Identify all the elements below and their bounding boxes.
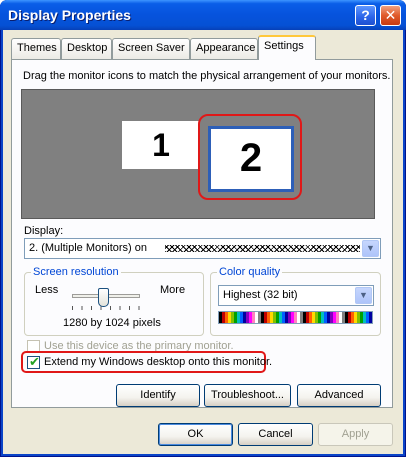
identify-button[interactable]: Identify	[116, 384, 200, 407]
apply-button[interactable]: Apply	[318, 423, 393, 446]
tab-label: Desktop	[67, 42, 108, 54]
more-label: More	[160, 284, 186, 296]
help-button[interactable]: ?	[355, 5, 376, 26]
color-quality-label: Color quality	[217, 266, 283, 278]
color-quality-select[interactable]: Highest (32 bit) ▼	[218, 285, 374, 306]
help-icon: ?	[361, 7, 370, 23]
cancel-button[interactable]: Cancel	[238, 423, 313, 446]
tab-themes[interactable]: Themes	[11, 38, 61, 59]
tab-label: Appearance	[196, 42, 256, 54]
color-palette-preview	[218, 311, 373, 324]
tab-desktop[interactable]: Desktop	[61, 38, 112, 59]
display-properties-window: Display Properties ? ✕ Themes Desktop Sc…	[0, 0, 406, 457]
tab-screen-saver[interactable]: Screen Saver	[112, 38, 190, 59]
chevron-down-icon[interactable]: ▼	[355, 287, 372, 304]
screen-resolution-label: Screen resolution	[31, 266, 121, 278]
advanced-button[interactable]: Advanced	[297, 384, 381, 407]
display-select[interactable]: 2. (Multiple Monitors) on ▼	[24, 238, 381, 259]
display-label: Display:	[24, 225, 64, 237]
window-title: Display Properties	[8, 7, 131, 23]
monitor-1[interactable]: 1	[122, 121, 200, 169]
chevron-down-icon[interactable]: ▼	[362, 240, 379, 257]
monitor-arrangement-area: 1 2	[21, 89, 375, 219]
instructions-text: Drag the monitor icons to match the phys…	[23, 70, 391, 82]
troubleshoot-button[interactable]: Troubleshoot...	[204, 384, 291, 407]
dialog-client: Themes Desktop Screen Saver Appearance S…	[3, 30, 403, 454]
extend-desktop-checkbox[interactable]: ✔	[27, 354, 40, 369]
tab-appearance[interactable]: Appearance	[190, 38, 258, 59]
screen-resolution-group: Screen resolution Less More 1280 by 1024…	[24, 266, 204, 336]
color-quality-group: Color quality Highest (32 bit) ▼	[210, 266, 381, 336]
monitor-2-highlight	[198, 114, 302, 200]
display-name-redacted	[165, 245, 360, 252]
tab-label: Settings	[264, 40, 304, 52]
close-icon: ✕	[384, 7, 397, 23]
close-button[interactable]: ✕	[380, 5, 401, 26]
resolution-slider-thumb[interactable]	[98, 288, 109, 307]
resolution-slider-ticks	[72, 306, 140, 310]
tab-label: Themes	[17, 42, 57, 54]
resolution-value: 1280 by 1024 pixels	[63, 317, 161, 329]
extend-desktop-label: Extend my Windows desktop onto this moni…	[44, 356, 273, 368]
ok-button[interactable]: OK	[158, 423, 233, 446]
color-quality-value: Highest (32 bit)	[223, 289, 298, 301]
checkmark-icon: ✔	[29, 354, 40, 369]
monitor-1-number: 1	[152, 127, 170, 163]
less-label: Less	[35, 284, 59, 296]
tab-settings[interactable]: Settings	[258, 35, 316, 60]
tab-label: Screen Saver	[118, 42, 185, 54]
title-bar[interactable]: Display Properties ? ✕	[0, 0, 406, 30]
display-value: 2. (Multiple Monitors) on	[29, 242, 147, 254]
